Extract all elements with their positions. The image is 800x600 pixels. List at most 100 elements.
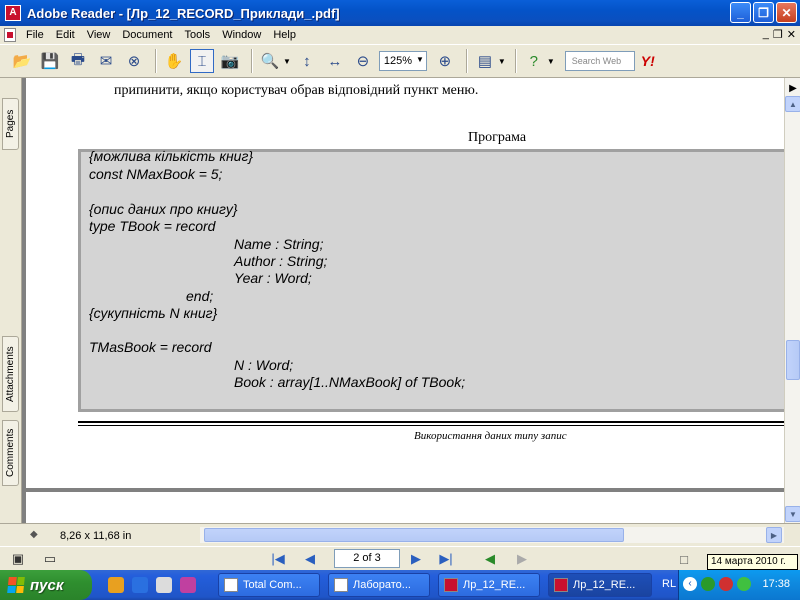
taskbar: пуск Total Com... Лаборато... Лр_12_RE..…	[0, 570, 800, 600]
page-layout-icon[interactable]: ▤	[473, 49, 497, 73]
email-icon[interactable]: ✉	[94, 49, 118, 73]
divider	[78, 421, 784, 423]
divider	[78, 425, 784, 426]
page-view-icon[interactable]: ▣	[8, 550, 28, 568]
code-line: {опис даних про книгу}	[89, 201, 238, 217]
next-page-icon[interactable]: ▶	[406, 550, 426, 568]
menu-window[interactable]: Window	[216, 29, 267, 41]
code-line: Book : array[1..NMaxBook] of TBook;	[234, 374, 466, 390]
pdf-icon	[554, 578, 568, 592]
panel-expand-arrow-icon[interactable]: ▶	[785, 80, 800, 96]
yahoo-icon[interactable]: Y!	[641, 53, 655, 69]
last-page-icon[interactable]: ▶|	[436, 550, 456, 568]
zoom-tool-dropdown-icon[interactable]: ▼	[283, 57, 291, 66]
doc-status-icon[interactable]: ▭	[40, 550, 60, 568]
start-button[interactable]: пуск	[0, 570, 92, 600]
go-back-icon[interactable]: ◀	[480, 550, 500, 568]
zoom-out-icon[interactable]: ⊖	[351, 49, 375, 73]
horizontal-scroll-thumb[interactable]	[204, 528, 624, 542]
zoom-in-icon[interactable]: ⊕	[433, 49, 457, 73]
quicklaunch-folder-icon[interactable]	[108, 577, 124, 593]
toolbar: 📂 💾 🖶 ✉ ⊗ ✋ ⌶ 📷 🔍 ▼ ↕ ↔ ⊖ 125% ▼ ⊕ ▤ ▼ ?…	[0, 44, 800, 78]
single-page-icon[interactable]: □	[674, 550, 694, 568]
menu-view[interactable]: View	[81, 29, 117, 41]
open-icon[interactable]: 📂	[10, 49, 34, 73]
code-line: {сукупність N книг}	[89, 305, 218, 321]
menu-tools[interactable]: Tools	[179, 29, 217, 41]
title-bar: A Adobe Reader - [Лр_12_RECORD_Приклади_…	[0, 0, 800, 26]
document-icon[interactable]	[4, 28, 16, 42]
task-pdf-2[interactable]: Лр_12_RE...	[548, 573, 652, 597]
first-page-icon[interactable]: |◀	[268, 550, 288, 568]
select-tool-icon[interactable]: ⌶	[190, 49, 214, 73]
toolbar-separator	[514, 49, 517, 73]
language-indicator[interactable]: RL	[662, 578, 676, 590]
restore-button[interactable]: ❐	[753, 2, 774, 23]
print-icon[interactable]: 🖶	[66, 49, 90, 73]
vertical-scroll-thumb[interactable]	[786, 340, 800, 380]
go-forward-icon[interactable]: ▶	[512, 550, 532, 568]
clock[interactable]: 17:38	[762, 578, 790, 590]
task-pdf-1[interactable]: Лр_12_RE...	[438, 573, 540, 597]
menu-help[interactable]: Help	[267, 29, 302, 41]
zoom-dropdown-icon[interactable]: ▼	[416, 55, 424, 64]
document-view[interactable]: припинити, якщо користувач обрав відпові…	[22, 78, 784, 523]
previous-page-icon[interactable]: ◀	[300, 550, 320, 568]
toolbar-separator	[251, 49, 253, 73]
page-size-label: 8,26 x 11,68 in	[60, 530, 132, 542]
minimize-button[interactable]: _	[730, 2, 751, 23]
vertical-scrollbar[interactable]: ▶ ▲ ▼	[784, 78, 800, 523]
pdf-icon	[444, 578, 458, 592]
actual-size-icon[interactable]: ↕	[295, 49, 319, 73]
help-icon[interactable]: ?	[522, 49, 546, 73]
expand-panel-icon[interactable]: ◆	[30, 529, 38, 540]
scroll-right-icon[interactable]: ▶	[766, 527, 782, 543]
tab-pages[interactable]: Pages	[2, 98, 19, 150]
tray-expand-icon[interactable]: ‹	[683, 577, 697, 591]
code-line: Author : String;	[234, 253, 328, 269]
scroll-up-icon[interactable]: ▲	[785, 96, 800, 112]
menu-edit[interactable]: Edit	[50, 29, 81, 41]
status-bar: ◆ 8,26 x 11,68 in ▶	[0, 523, 800, 546]
task-label: Лр_12_RE...	[463, 579, 526, 591]
code-line: const NMaxBook = 5;	[89, 166, 223, 182]
system-tray: ‹ 17:38	[678, 570, 800, 600]
toolbar-separator	[465, 49, 468, 73]
page-layout-dropdown-icon[interactable]: ▼	[498, 57, 506, 66]
help-dropdown-icon[interactable]: ▼	[547, 57, 555, 66]
search-web-input[interactable]: Search Web	[564, 51, 635, 71]
start-label: пуск	[30, 576, 64, 594]
quicklaunch-desktop-icon[interactable]	[156, 577, 172, 593]
code-line: {можлива кількість книг}	[89, 148, 254, 164]
fit-width-icon[interactable]: ↔	[323, 49, 347, 73]
tray-antivirus-icon[interactable]	[719, 577, 733, 591]
tab-comments[interactable]: Comments	[2, 420, 19, 486]
menu-document[interactable]: Document	[116, 29, 178, 41]
tray-app-icon[interactable]	[737, 577, 751, 591]
tray-network-icon[interactable]	[701, 577, 715, 591]
adobe-reader-icon: A	[5, 5, 21, 21]
quicklaunch-ie-icon[interactable]	[132, 577, 148, 593]
code-block: {можлива кількість книг} const NMaxBook …	[78, 148, 784, 412]
quicklaunch-media-icon[interactable]	[180, 577, 196, 593]
doc-minimize-button[interactable]: _	[763, 28, 769, 41]
snapshot-tool-icon[interactable]: 📷	[218, 49, 242, 73]
task-label: Лаборато...	[353, 579, 411, 591]
horizontal-scrollbar[interactable]: ▶	[200, 527, 784, 543]
zoom-level-field[interactable]: 125% ▼	[378, 51, 427, 71]
scroll-down-icon[interactable]: ▼	[785, 506, 800, 522]
doc-restore-button[interactable]: ❐	[773, 28, 783, 41]
doc-close-button[interactable]: ✕	[787, 28, 796, 41]
menu-file[interactable]: File	[20, 29, 50, 41]
search-binoculars-icon[interactable]: ⊗	[122, 49, 146, 73]
close-button[interactable]: ✕	[776, 2, 797, 23]
code-line: TMasBook = record	[89, 339, 212, 355]
save-icon[interactable]: 💾	[38, 49, 62, 73]
tab-attachments[interactable]: Attachments	[2, 336, 19, 412]
task-word-document[interactable]: Лаборато...	[328, 573, 430, 597]
hand-tool-icon[interactable]: ✋	[162, 49, 186, 73]
next-pdf-page	[26, 492, 784, 523]
task-total-commander[interactable]: Total Com...	[218, 573, 320, 597]
zoom-in-tool-icon[interactable]: 🔍	[258, 49, 282, 73]
page-number-field[interactable]: 2 of 3	[334, 549, 400, 568]
